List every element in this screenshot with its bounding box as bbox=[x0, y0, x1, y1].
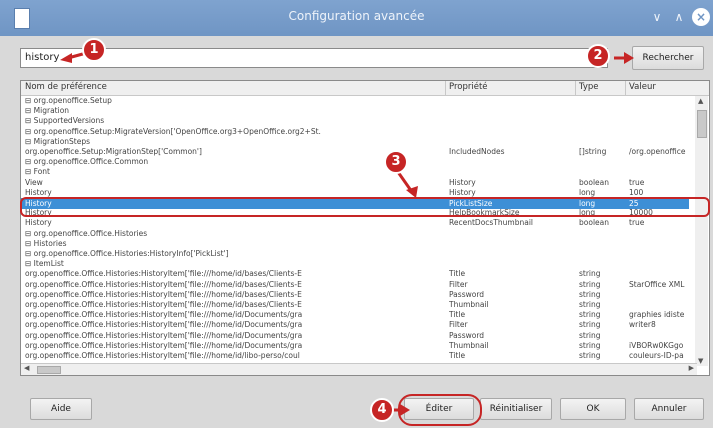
arrow-4-head bbox=[400, 404, 410, 416]
callout-2: 2 bbox=[586, 44, 610, 68]
arrow-2-head bbox=[624, 52, 634, 64]
callout-4: 4 bbox=[370, 398, 394, 422]
callout-1: 1 bbox=[82, 38, 106, 62]
arrow-1-head bbox=[60, 53, 72, 63]
callout-3: 3 bbox=[384, 150, 408, 174]
advanced-config-dialog: Configuration avancée ∨ ∧ × history Rech… bbox=[0, 0, 713, 428]
